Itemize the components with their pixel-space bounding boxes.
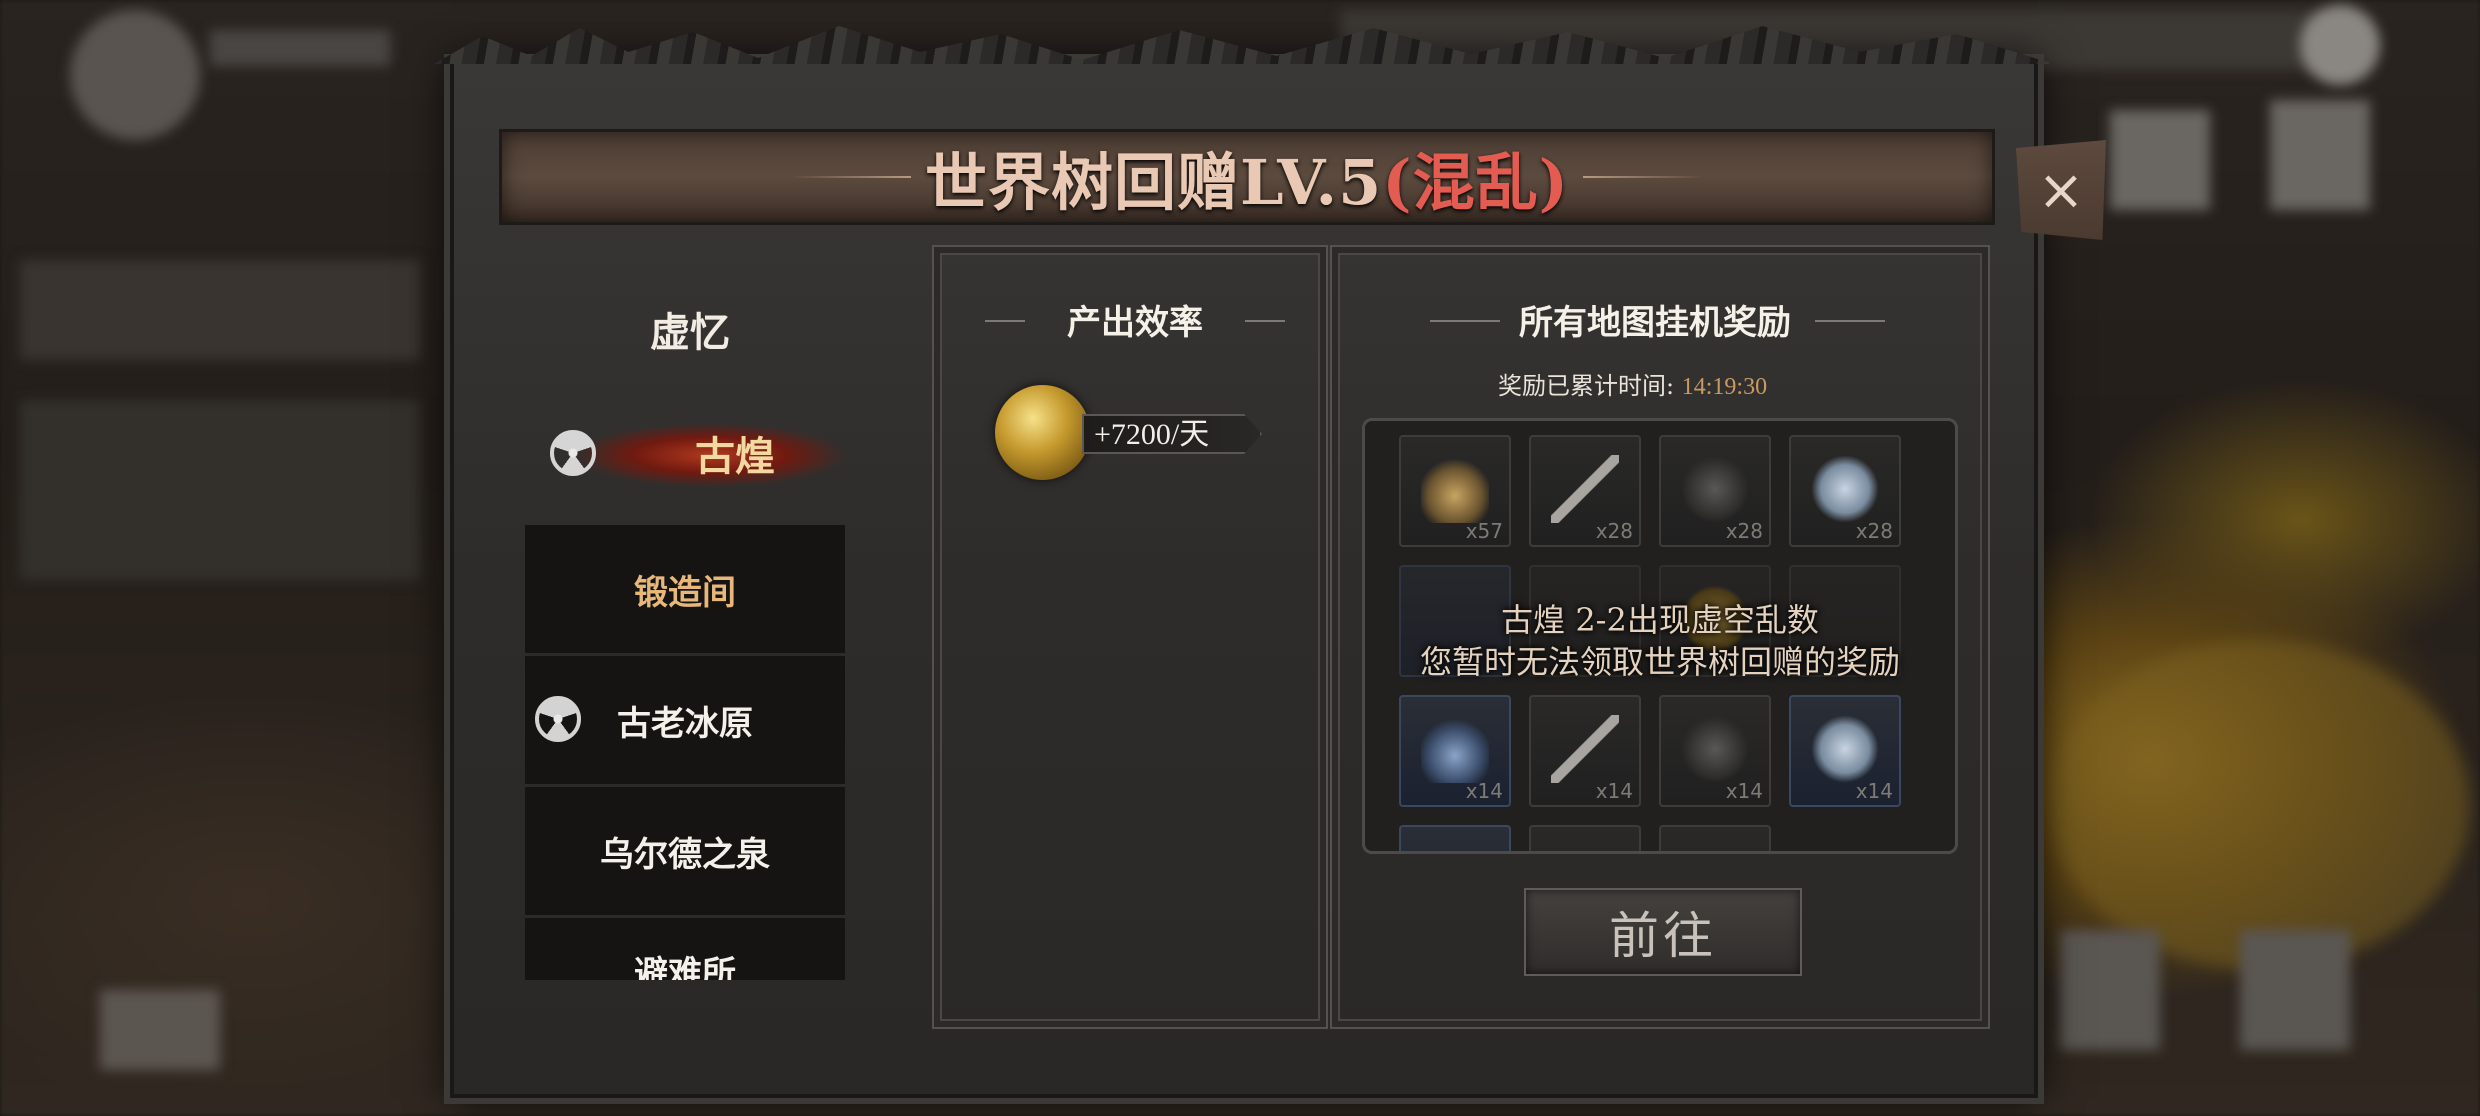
gold-pile — [2050, 640, 2470, 970]
goto-button[interactable]: 前往 — [1524, 888, 1802, 976]
title-bar: 世界树回赠LV.5(混乱) — [499, 129, 1995, 225]
dagger-icon — [1551, 455, 1619, 523]
ornament — [985, 320, 1025, 322]
output-panel — [932, 245, 1328, 1029]
iron-ore-icon — [1681, 455, 1749, 523]
crystal-icon — [1811, 715, 1879, 783]
sub-region-list: 锻造间 古老冰原 乌尔德之泉 避难所 — [525, 525, 845, 980]
player-name-bar — [210, 30, 390, 66]
reward-slot[interactable]: x14 — [1789, 695, 1901, 807]
chaos-badge: (混乱) — [1382, 146, 1569, 219]
reward-slot[interactable] — [1399, 825, 1511, 851]
sub-item-urd-spring[interactable]: 乌尔德之泉 — [525, 787, 845, 918]
reward-slot[interactable]: x28 — [1529, 435, 1641, 547]
ornament — [1815, 320, 1885, 322]
void-swirl-icon — [550, 430, 596, 476]
void-swirl-icon — [535, 696, 581, 742]
rewards-title: 所有地图挂机奖励 — [1519, 303, 1791, 343]
sub-item-shelter[interactable]: 避难所 — [525, 918, 845, 980]
reward-grid: x57 x28 x28 x28 x14 x14 x14 x14 古煌 2-2出现… — [1362, 418, 1958, 854]
timer-value: 14:19:30 — [1681, 374, 1768, 400]
sub-item-forge[interactable]: 锻造间 — [525, 525, 845, 656]
close-icon: × — [2037, 157, 2085, 223]
reward-slot[interactable] — [1659, 825, 1771, 851]
unavailable-message: 古煌 2-2出现虚空乱数 您暂时无法领取世界树回赠的奖励 — [1419, 601, 1900, 681]
reward-slot[interactable]: x28 — [1789, 435, 1901, 547]
region-item-guhuang[interactable]: 古煌 — [520, 410, 890, 495]
reward-slot[interactable]: x14 — [1659, 695, 1771, 807]
menu-icon-2[interactable] — [2270, 100, 2370, 210]
bottom-icon-2[interactable] — [2240, 930, 2350, 1050]
divider — [540, 385, 870, 387]
chat-bubble[interactable] — [100, 990, 220, 1070]
sub-item-ancient-tundra[interactable]: 古老冰原 — [525, 656, 845, 787]
player-avatar — [70, 10, 200, 140]
region-label: 古煌 — [695, 432, 775, 480]
ore-dust-icon — [1421, 715, 1489, 783]
page-title: 世界树回赠LV.5(混乱) — [925, 146, 1569, 219]
dagger-icon — [1551, 715, 1619, 783]
region-header[interactable]: 虚忆 — [650, 300, 730, 358]
timer-label: 奖励已累计时间: — [1498, 372, 1675, 400]
reward-slot[interactable]: x28 — [1659, 435, 1771, 547]
reward-slot[interactable]: x14 — [1529, 695, 1641, 807]
close-button[interactable]: × — [2016, 140, 2106, 240]
title-ornament-left — [791, 176, 912, 178]
gold-coin-icon — [995, 385, 1090, 480]
ore-dust-icon — [1421, 455, 1489, 523]
settings-icon[interactable] — [2300, 5, 2380, 85]
output-rate: +7200/天 — [1082, 414, 1262, 454]
menu-icon-1[interactable] — [2110, 110, 2210, 210]
crystal-icon — [1811, 455, 1879, 523]
output-title: 产出效率 — [1067, 303, 1203, 343]
ornament — [1245, 320, 1285, 322]
quest-tracker-2 — [20, 400, 420, 580]
reward-slot[interactable]: x57 — [1399, 435, 1511, 547]
bottom-icon-1[interactable] — [2060, 930, 2160, 1050]
ornament — [1430, 320, 1500, 322]
iron-ore-icon — [1681, 715, 1749, 783]
accumulated-time: 奖励已累计时间: 14:19:30 — [1498, 366, 1767, 401]
reward-slot[interactable]: x14 — [1399, 695, 1511, 807]
reward-slot[interactable] — [1529, 825, 1641, 851]
title-ornament-right — [1582, 176, 1703, 178]
quest-tracker — [20, 260, 420, 360]
